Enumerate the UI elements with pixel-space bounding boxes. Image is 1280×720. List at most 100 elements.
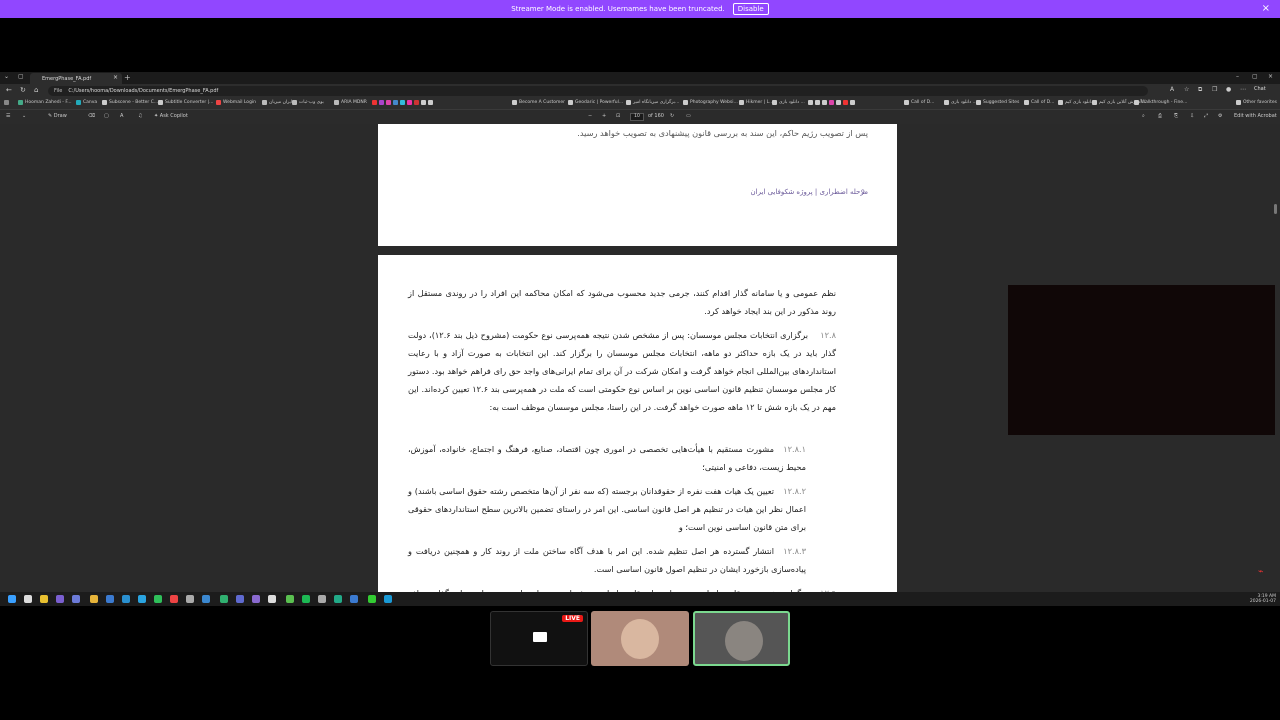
bookmark-item[interactable]: Subtitle Converter |...: [158, 100, 213, 105]
bookmark-item[interactable]: بوی وب-ثبات: [292, 100, 324, 105]
app-icon[interactable]: [318, 595, 326, 603]
app-icon[interactable]: [56, 595, 64, 603]
save-as-icon[interactable]: ⇩: [1190, 113, 1194, 119]
chrome-icon[interactable]: [170, 595, 178, 603]
favorite-star-icon[interactable]: ☆: [1184, 86, 1189, 93]
tab-title: EmergPhase_FA.pdf: [42, 75, 92, 82]
erase-icon[interactable]: ⌫: [88, 113, 95, 119]
scrollbar-thumb[interactable]: [1274, 204, 1277, 214]
bookmark-item[interactable]: Become A Customer: [512, 100, 565, 105]
whatsapp-icon[interactable]: [154, 595, 162, 603]
text-icon[interactable]: ▢: [104, 113, 109, 119]
system-tray[interactable]: 3:19 AM 2026-01-07: [1250, 594, 1276, 604]
bookmark-item[interactable]: Call of D...: [1024, 100, 1054, 105]
disable-button[interactable]: Disable: [732, 3, 769, 15]
fullscreen-icon[interactable]: ⤢: [1204, 113, 1208, 119]
app-icon[interactable]: [286, 595, 294, 603]
zoom-in-icon[interactable]: +: [602, 113, 606, 119]
settings-icon[interactable]: ⚙: [1218, 113, 1222, 119]
contents-icon[interactable]: ☰: [6, 113, 10, 119]
acrobat-icon[interactable]: ⌁: [1258, 567, 1263, 577]
stream-participant-thumbnail[interactable]: [591, 611, 689, 666]
url-bar[interactable]: File C:/Users/hooma/Downloads/Documents/…: [48, 86, 1148, 96]
tab-actions-icon[interactable]: ⌄: [4, 73, 9, 80]
url-text: C:/Users/hooma/Downloads/Documents/Emerg…: [68, 88, 219, 94]
bookmark-item[interactable]: برگزاری میزبانگاه امیر...: [626, 100, 679, 105]
bookmark-icons-group[interactable]: [372, 100, 433, 105]
search-icon[interactable]: ⌕: [1142, 113, 1145, 119]
stream-screen-thumbnail[interactable]: LIVE: [490, 611, 588, 666]
app-icon[interactable]: [334, 595, 342, 603]
bookmark-icons-group[interactable]: [808, 100, 855, 105]
bookmark-item[interactable]: Geodaric | Powerful...: [568, 100, 623, 105]
zoom-out-icon[interactable]: −: [588, 113, 592, 119]
app-icon[interactable]: [268, 595, 276, 603]
app-icon[interactable]: [350, 595, 358, 603]
rotate-icon[interactable]: ↻: [670, 113, 674, 119]
bookmark-item[interactable]: ایران میزبان: [262, 100, 292, 105]
window-close-icon[interactable]: ×: [1268, 73, 1273, 80]
app-icon[interactable]: [106, 595, 114, 603]
bookmark-item[interactable]: Canva: [76, 100, 97, 105]
app-icon[interactable]: [122, 595, 130, 603]
tab-close-icon[interactable]: ×: [113, 74, 118, 81]
chat-button[interactable]: Chat: [1254, 86, 1266, 92]
minimize-icon[interactable]: –: [1236, 73, 1239, 80]
workspaces-icon[interactable]: ▢: [18, 73, 24, 80]
tab-strip: ⌄ ▢ EmergPhase_FA.pdf × + – ▢ ×: [0, 72, 1280, 84]
more-menu-icon[interactable]: ⋯: [1240, 86, 1246, 93]
page-view-icon[interactable]: ▭: [686, 113, 691, 119]
tab-pdf[interactable]: EmergPhase_FA.pdf ×: [30, 73, 122, 84]
extensions-icon[interactable]: ⧉: [1198, 86, 1202, 94]
bookmark-item[interactable]: Walkthrough - Fine...: [1134, 100, 1187, 105]
maximize-icon[interactable]: ▢: [1252, 73, 1258, 80]
telegram-icon[interactable]: [138, 595, 146, 603]
app-icon[interactable]: [202, 595, 210, 603]
bookmark-item[interactable]: Hooman Zahedi - F...: [18, 100, 72, 105]
collections-icon[interactable]: ❐: [1212, 86, 1217, 93]
back-icon[interactable]: ←: [6, 86, 12, 94]
ask-copilot-button[interactable]: ✦ Ask Copilot: [154, 113, 188, 119]
app-icon[interactable]: [252, 595, 260, 603]
close-icon[interactable]: ×: [1262, 3, 1270, 14]
add-text-icon[interactable]: A: [120, 113, 123, 119]
draw-tool[interactable]: ✎ Draw: [48, 113, 67, 119]
bookmark-item[interactable]: Subscene - Better C...: [102, 100, 158, 105]
highlight-icon[interactable]: ⌄: [22, 113, 26, 119]
app-icon[interactable]: [40, 595, 48, 603]
profile-icon[interactable]: ●: [1226, 86, 1231, 93]
home-icon[interactable]: ⌂: [34, 86, 38, 94]
start-icon[interactable]: [8, 595, 16, 603]
bookmark-item[interactable]: Webmail Login: [216, 100, 256, 105]
stream-participant-thumbnail[interactable]: [693, 611, 790, 666]
bookmarks-bar: Hooman Zahedi - F... Canva Subscene - Be…: [0, 98, 1280, 110]
bookmarks-menu-icon[interactable]: [4, 100, 9, 105]
app-icon[interactable]: [186, 595, 194, 603]
save-icon[interactable]: ⎘: [1174, 113, 1178, 119]
bookmark-item[interactable]: دانلود بازی ...: [944, 100, 977, 105]
read-aloud-icon[interactable]: A: [1170, 86, 1174, 93]
page-total: of 160: [648, 113, 664, 119]
app-icon[interactable]: [236, 595, 244, 603]
bookmark-item[interactable]: Call of D...: [904, 100, 934, 105]
new-tab-button[interactable]: +: [124, 73, 131, 82]
app-icon[interactable]: [368, 595, 376, 603]
bookmark-item[interactable]: Suggested Sites: [976, 100, 1019, 105]
edge-icon[interactable]: [384, 595, 392, 603]
fit-page-icon[interactable]: ⊡: [616, 113, 620, 119]
other-favorites[interactable]: Other favorites: [1236, 100, 1277, 105]
app-icon[interactable]: [220, 595, 228, 603]
bookmark-item[interactable]: دانلود بازی ...: [772, 100, 805, 105]
print-icon[interactable]: ⎙: [1158, 113, 1162, 119]
bookmark-item[interactable]: Photography Websi...: [683, 100, 738, 105]
spotify-icon[interactable]: [302, 595, 310, 603]
refresh-icon[interactable]: ↻: [20, 86, 26, 94]
page-number-input[interactable]: 10: [630, 113, 644, 121]
file-explorer-icon[interactable]: [90, 595, 98, 603]
bookmark-item[interactable]: Hikmer | L...: [739, 100, 773, 105]
app-icon[interactable]: [72, 595, 80, 603]
read-aloud-icon[interactable]: ♫: [138, 113, 142, 119]
search-icon[interactable]: [24, 595, 32, 603]
bookmark-item[interactable]: ARIA MDNR: [334, 100, 367, 105]
edit-with-acrobat-button[interactable]: Edit with Acrobat: [1234, 113, 1277, 119]
